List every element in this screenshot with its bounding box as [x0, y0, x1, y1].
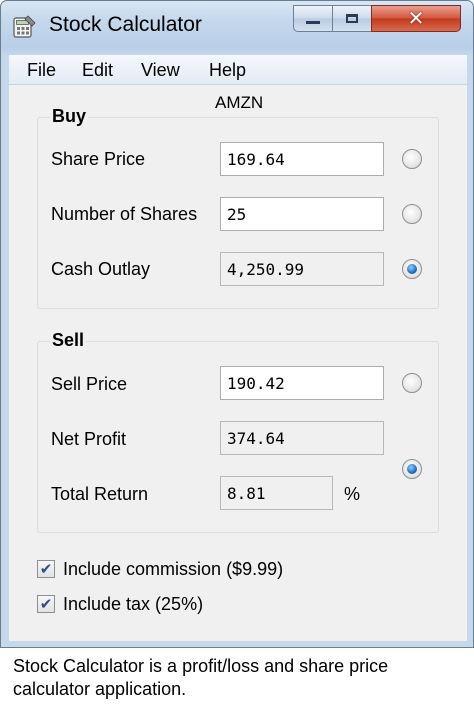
net-profit-label: Net Profit — [51, 429, 127, 449]
menu-edit[interactable]: Edit — [82, 60, 113, 81]
checkmark-icon: ✔ — [39, 560, 53, 578]
share-price-input[interactable]: 169.64 — [220, 142, 384, 176]
num-shares-label: Number of Shares — [51, 204, 198, 224]
total-return-field[interactable]: 8.81 — [220, 476, 333, 510]
total-return-label: Total Return — [51, 484, 149, 504]
sell-price-radio[interactable] — [402, 373, 422, 393]
calculator-icon — [11, 14, 37, 40]
image-caption: Stock Calculator is a profit/loss and sh… — [13, 656, 389, 699]
client-area: AMZN Buy Share Price 169.64 Number of Sh… — [9, 85, 467, 641]
minimize-button[interactable] — [293, 5, 333, 32]
minimize-icon — [306, 21, 320, 24]
maximize-icon — [346, 14, 358, 23]
cash-outlay-field[interactable]: 4,250.99 — [220, 252, 384, 286]
num-shares-input[interactable]: 25 — [220, 197, 384, 231]
share-price-radio[interactable] — [402, 149, 422, 169]
net-profit-field[interactable]: 374.64 — [220, 421, 384, 455]
tax-checkbox[interactable]: ✔ — [37, 595, 55, 613]
num-shares-radio[interactable] — [402, 204, 422, 224]
maximize-button[interactable] — [332, 5, 372, 32]
stock-symbol: AMZN — [215, 93, 264, 112]
title-bar[interactable]: Stock Calculator ✕ — [1, 1, 473, 55]
cash-outlay-label: Cash Outlay — [51, 259, 151, 279]
commission-label[interactable]: Include commission ($9.99) — [63, 559, 283, 580]
menu-view[interactable]: View — [141, 60, 180, 81]
sell-price-label: Sell Price — [51, 374, 128, 394]
sell-price-input[interactable]: 190.42 — [220, 366, 384, 400]
profit-return-radio[interactable] — [402, 459, 422, 479]
share-price-label: Share Price — [51, 149, 146, 169]
menu-bar: File Edit View Help — [9, 55, 467, 85]
commission-checkbox[interactable]: ✔ — [37, 560, 55, 578]
tax-label[interactable]: Include tax (25%) — [63, 594, 203, 615]
window-title: Stock Calculator — [49, 13, 202, 36]
checkmark-icon: ✔ — [39, 595, 53, 613]
menu-file[interactable]: File — [27, 60, 56, 81]
sell-group-title: Sell — [50, 330, 87, 351]
buy-group-title: Buy — [50, 106, 89, 127]
percent-unit: % — [344, 484, 361, 504]
close-button[interactable]: ✕ — [371, 5, 461, 32]
menu-help[interactable]: Help — [209, 60, 246, 81]
close-icon: ✕ — [407, 7, 425, 30]
app-window: Stock Calculator ✕ File Edit View Help A… — [0, 0, 474, 648]
cash-outlay-radio[interactable] — [402, 259, 422, 279]
